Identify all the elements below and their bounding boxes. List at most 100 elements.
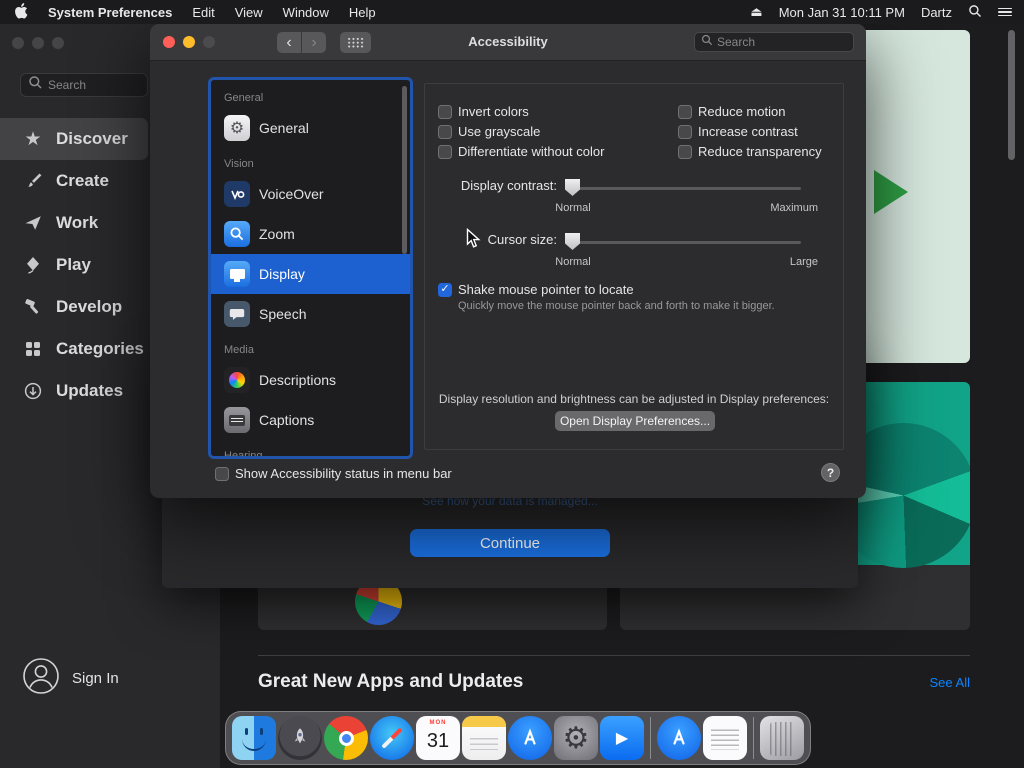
- show-accessibility-status-checkbox[interactable]: [215, 466, 229, 481]
- minimize-button[interactable]: [183, 36, 195, 48]
- descriptions-icon: [224, 367, 250, 393]
- help-button[interactable]: ?: [821, 463, 840, 482]
- star-icon: ★: [24, 128, 42, 150]
- download-icon: [22, 381, 44, 401]
- system-preferences-dock-icon[interactable]: ⚙: [554, 716, 598, 760]
- list-section-hearing: Hearing: [224, 450, 263, 456]
- slider-max-label: Maximum: [770, 202, 818, 214]
- reduce-transparency-checkbox[interactable]: [678, 144, 692, 159]
- list-item-voiceover[interactable]: VoiceOver: [211, 174, 410, 214]
- sidebar-item-discover[interactable]: ★ Discover: [0, 118, 148, 160]
- eject-icon[interactable]: ⏏: [750, 4, 762, 20]
- app-store-recent-dock-icon[interactable]: [657, 716, 701, 760]
- increase-contrast-checkbox[interactable]: [678, 124, 692, 139]
- search-input[interactable]: [48, 78, 140, 92]
- finder-dock-icon[interactable]: [232, 716, 276, 760]
- list-item-speech[interactable]: Speech: [211, 294, 410, 334]
- chrome-dock-icon[interactable]: [324, 716, 368, 760]
- reduce-motion-checkbox[interactable]: [678, 104, 692, 119]
- sidebar-item-play[interactable]: Play: [0, 244, 148, 286]
- use-grayscale-checkbox[interactable]: [438, 124, 452, 139]
- shake-mouse-pointer-checkbox[interactable]: ✓: [438, 282, 452, 297]
- list-item-descriptions[interactable]: Descriptions: [211, 360, 410, 400]
- sidebar-item-categories[interactable]: Categories: [0, 328, 148, 370]
- appstore-search-field[interactable]: [20, 73, 148, 97]
- list-item-general[interactable]: ⚙ General: [211, 108, 410, 148]
- titlebar: ‹ › Accessibility: [150, 24, 866, 61]
- sidebar-item-updates[interactable]: Updates: [0, 370, 148, 412]
- accessibility-source-list: General ⚙ General Vision VoiceOver Zoom: [211, 80, 410, 456]
- menu-window[interactable]: Window: [283, 5, 329, 20]
- app-store-a-icon: [524, 728, 536, 745]
- menu-view[interactable]: View: [235, 5, 263, 20]
- menu-bar-user[interactable]: Dartz: [921, 5, 952, 20]
- forward-button[interactable]: ›: [302, 32, 326, 53]
- slider-min-label: Normal: [555, 202, 591, 214]
- list-section-media: Media: [224, 344, 254, 356]
- sidebar-item-work[interactable]: Work: [0, 202, 148, 244]
- history-nav: ‹ ›: [277, 32, 326, 53]
- back-button[interactable]: ‹: [277, 32, 301, 53]
- display-contrast-slider-track[interactable]: [567, 187, 801, 190]
- minimize-button[interactable]: [32, 37, 44, 49]
- sidebar-item-create[interactable]: Create: [0, 160, 148, 202]
- display-contrast-slider-thumb[interactable]: [565, 179, 580, 196]
- launchpad-dock-icon[interactable]: [278, 716, 322, 760]
- close-button[interactable]: [12, 37, 24, 49]
- safari-dock-icon[interactable]: [370, 716, 414, 760]
- app-store-dock-icon[interactable]: [508, 716, 552, 760]
- continue-button[interactable]: Continue: [410, 529, 610, 557]
- zoom-button[interactable]: [52, 37, 64, 49]
- cursor-size-slider-thumb[interactable]: [565, 233, 580, 250]
- active-app-name[interactable]: System Preferences: [48, 5, 172, 20]
- open-display-preferences-button[interactable]: Open Display Preferences...: [555, 411, 715, 431]
- cursor-size-slider-track[interactable]: [567, 241, 801, 244]
- checkbox-label: Reduce motion: [698, 104, 786, 119]
- close-button[interactable]: [163, 36, 175, 48]
- see-all-link[interactable]: See All: [930, 675, 970, 690]
- invert-colors-checkbox[interactable]: [438, 104, 452, 119]
- calendar-dock-icon[interactable]: MON 31: [416, 716, 460, 760]
- trash-dock-icon[interactable]: [760, 716, 804, 760]
- dock-separator: [650, 717, 651, 759]
- differentiate-without-color-checkbox[interactable]: [438, 144, 452, 159]
- checkbox-label: Use grayscale: [458, 124, 541, 139]
- menu-edit[interactable]: Edit: [192, 5, 214, 20]
- sign-in-button[interactable]: Sign In: [22, 657, 119, 699]
- search-input[interactable]: [717, 35, 847, 49]
- paper-plane-icon: [22, 213, 44, 233]
- textedit-dock-icon[interactable]: [703, 716, 747, 760]
- slider-max-label: Large: [789, 256, 818, 268]
- list-item-display[interactable]: Display: [211, 254, 410, 294]
- notification-center-icon[interactable]: [998, 6, 1012, 19]
- list-item-label: Zoom: [259, 226, 295, 242]
- list-scrollbar[interactable]: [402, 86, 407, 254]
- grid-icon: [347, 37, 364, 48]
- list-item-zoom[interactable]: Zoom: [211, 214, 410, 254]
- search-icon: [701, 33, 713, 51]
- mouse-cursor: [466, 227, 481, 254]
- sidebar-item-develop[interactable]: Develop: [0, 286, 148, 328]
- checkbox-label: Show Accessibility status in menu bar: [235, 466, 452, 481]
- menu-bar-clock[interactable]: Mon Jan 31 10:11 PM: [779, 5, 905, 20]
- list-item-label: General: [259, 120, 309, 136]
- apple-menu[interactable]: [14, 2, 28, 22]
- tv-dock-icon[interactable]: ▶: [600, 716, 644, 760]
- notes-dock-icon[interactable]: [462, 716, 506, 760]
- scrollbar[interactable]: [1008, 30, 1015, 160]
- list-item-captions[interactable]: Captions: [211, 400, 410, 440]
- zoom-button[interactable]: [203, 36, 215, 48]
- green-arrow-graphic: [874, 170, 908, 214]
- list-item-label: VoiceOver: [259, 186, 324, 202]
- prefs-search-field[interactable]: [694, 32, 854, 52]
- menu-help[interactable]: Help: [349, 5, 376, 20]
- nav-label: Work: [56, 213, 99, 232]
- play-icon: ▶: [615, 730, 629, 747]
- dock: MON 31 ⚙ ▶: [225, 711, 811, 765]
- spotlight-icon[interactable]: [968, 4, 982, 21]
- checkbox-label: Invert colors: [458, 104, 529, 119]
- dock-separator: [753, 717, 754, 759]
- shake-description: Quickly move the mouse pointer back and …: [458, 300, 775, 312]
- list-item-label: Captions: [259, 412, 315, 428]
- show-all-button[interactable]: [340, 32, 371, 53]
